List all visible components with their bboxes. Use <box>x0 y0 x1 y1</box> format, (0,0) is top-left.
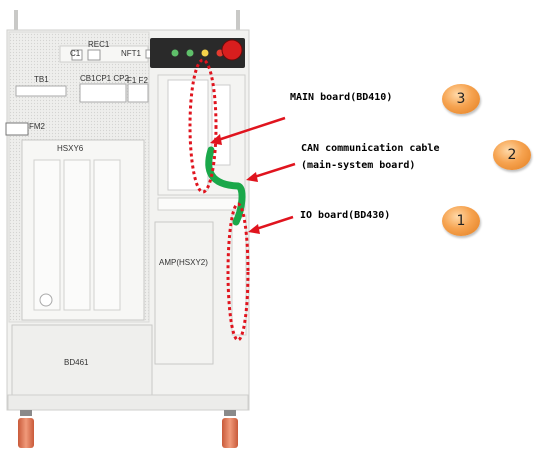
fm2-label: FM2 <box>29 122 45 131</box>
callout-badge-2: 2 <box>493 140 531 170</box>
callout-badge-3: 3 <box>442 84 480 114</box>
diagram-stage: REC1 C1 NFT1 TB1 CB1CP1 CP2 F1 F2 FM2 HS… <box>0 0 536 461</box>
left-caster-mount <box>20 410 32 416</box>
bd461-label: BD461 <box>64 358 89 367</box>
io-board-arrowhead <box>248 224 260 234</box>
hsxy6-module-1 <box>33 159 61 311</box>
led-yellow <box>201 49 209 57</box>
io-board-caption: IO board(BD430) <box>300 210 391 221</box>
right-caster <box>222 418 238 448</box>
hsxy6-label: HSXY6 <box>57 144 84 153</box>
emergency-stop-button <box>221 39 243 61</box>
tb1-label: TB1 <box>34 75 49 84</box>
nft1-label: NFT1 <box>121 49 141 58</box>
f1f2-label: F1 F2 <box>127 76 148 85</box>
io-board-arrow <box>252 215 294 232</box>
cabinet-base <box>7 394 249 411</box>
fuses <box>127 83 149 103</box>
can-cable-caption-line1: CAN communication cable <box>301 143 440 154</box>
main-board-caption: MAIN board(BD410) <box>290 92 393 103</box>
rec1-component <box>87 49 101 61</box>
io-board-bracket <box>157 197 246 211</box>
can-cable-caption-line2: (main-system board) <box>301 160 416 171</box>
amp-label: AMP(HSXY2) <box>159 258 208 267</box>
callout-badge-1: 1 <box>442 206 480 236</box>
right-caster-mount <box>224 410 236 416</box>
io-board <box>231 214 247 336</box>
hsxy6-fan <box>39 293 53 307</box>
tb1-terminal <box>15 85 67 97</box>
cb1-cp-breakers <box>79 83 127 103</box>
fm2-fan <box>5 122 29 136</box>
can-cable-arrow <box>250 162 296 180</box>
amp-unit <box>154 221 214 365</box>
led-green-2 <box>186 49 194 57</box>
rec1-label: REC1 <box>88 40 110 49</box>
c1-label: C1 <box>70 49 81 58</box>
led-green-1 <box>171 49 179 57</box>
cb1cp1cp2-label: CB1CP1 CP2 <box>80 74 129 83</box>
left-top-handle <box>14 10 18 32</box>
left-caster <box>18 418 34 448</box>
right-top-handle <box>236 10 240 32</box>
main-board <box>167 79 209 191</box>
hsxy6-module-2 <box>63 159 91 311</box>
hsxy6-module-3 <box>93 159 121 311</box>
